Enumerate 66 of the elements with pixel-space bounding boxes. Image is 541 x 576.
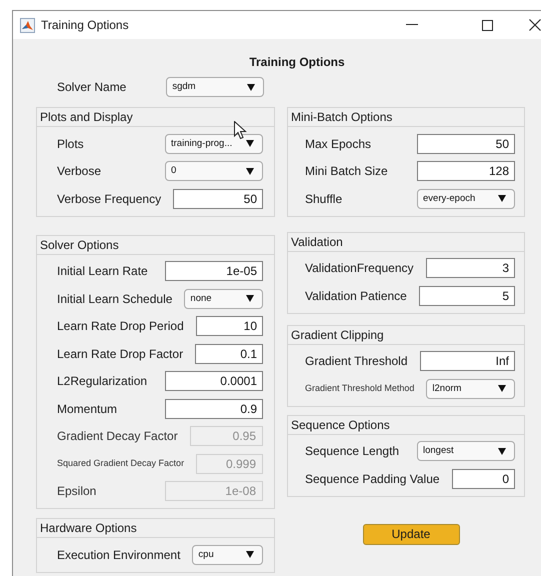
window-title: Training Options	[41, 17, 129, 34]
mouse-pointer-icon	[234, 121, 247, 140]
caret-icon	[498, 195, 506, 202]
panel-title: Mini-Batch Options	[291, 109, 392, 126]
caret-icon	[246, 140, 254, 148]
minimize-icon[interactable]	[406, 24, 418, 26]
dropdown[interactable]: cpu	[192, 544, 263, 565]
field-label: L2Regularization	[57, 373, 148, 390]
field-label: Max Epochs	[305, 136, 372, 153]
field-label: Plots	[57, 136, 84, 153]
app-icon	[20, 18, 35, 32]
number-field[interactable]: 50	[173, 188, 263, 209]
field-label: ValidationFrequency	[305, 260, 414, 278]
field-label: Shuffle	[305, 190, 342, 208]
update-button[interactable]: Update	[362, 524, 460, 544]
field-label: Solver Name	[57, 79, 126, 96]
dropdown[interactable]: 0	[165, 161, 263, 182]
number-field[interactable]: 3	[426, 258, 515, 278]
field-label: Mini Batch Size	[305, 163, 388, 180]
dropdown[interactable]: training-prog...	[165, 134, 263, 154]
field-label: Validation Patience	[305, 288, 407, 305]
field-label: Learn Rate Drop Period	[57, 318, 184, 336]
field-label: Epsilon	[57, 483, 96, 500]
number-field[interactable]: 0	[452, 468, 515, 489]
field-label: Sequence Padding Value	[305, 470, 440, 488]
dropdown[interactable]: l2norm	[426, 378, 515, 399]
panel-title: Gradient Clipping	[291, 326, 384, 344]
number-field[interactable]: 0.9	[165, 398, 263, 419]
dropdown[interactable]: sgdm	[166, 77, 264, 97]
field-label: Initial Learn Rate	[57, 263, 148, 280]
number-field[interactable]: 50	[417, 134, 515, 154]
number-field[interactable]: 0.1	[195, 344, 263, 364]
field-label: Initial Learn Schedule	[57, 290, 172, 308]
dialog-heading: Training Options	[249, 54, 345, 71]
field-label: Squared Gradient Decay Factor	[57, 457, 184, 470]
field-label: Sequence Length	[305, 443, 400, 460]
panel-title: Validation	[291, 234, 343, 250]
field-label: Execution Environment	[57, 546, 180, 564]
close-icon[interactable]	[529, 19, 541, 31]
field-label: Verbose Frequency	[57, 190, 162, 208]
caret-icon	[498, 448, 506, 455]
number-field[interactable]: 5	[418, 286, 515, 306]
panel-title: Hardware Options	[40, 520, 137, 537]
number-field[interactable]: 128	[417, 161, 515, 182]
field-label: Verbose	[57, 163, 102, 180]
maximize-icon[interactable]	[482, 20, 493, 30]
field-label: Gradient Threshold Method	[305, 382, 414, 395]
panel-title: Solver Options	[40, 236, 119, 254]
caret-icon	[247, 84, 256, 90]
number-field[interactable]: 10	[196, 316, 263, 336]
caret-icon	[498, 385, 506, 392]
number-field[interactable]: 0.0001	[165, 371, 263, 392]
number-field[interactable]: Inf	[420, 351, 515, 372]
panel-title: Sequence Options	[291, 416, 390, 434]
caret-icon	[246, 168, 254, 175]
number-field[interactable]: 1e-05	[165, 261, 263, 282]
field-label: Gradient Decay Factor	[57, 428, 178, 446]
panel-title: Plots and Display	[40, 109, 133, 126]
field-label: Learn Rate Drop Factor	[57, 346, 184, 363]
dropdown[interactable]: none	[184, 288, 263, 309]
field-label: Gradient Threshold	[305, 353, 408, 370]
caret-icon	[246, 295, 254, 302]
caret-icon	[246, 551, 254, 558]
dropdown[interactable]: longest	[417, 441, 515, 462]
dropdown[interactable]: every-epoch	[417, 188, 515, 209]
field-label: Momentum	[57, 400, 118, 418]
